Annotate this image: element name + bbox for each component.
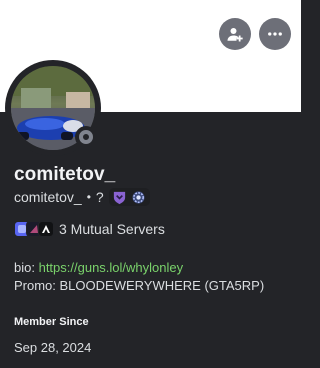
bio-label: bio:: [14, 260, 35, 275]
promo-line: Promo: BLOODEWERYWHERE (GTA5RP): [14, 278, 265, 293]
badge-list: [108, 188, 150, 206]
add-friend-button[interactable]: [219, 18, 251, 50]
mutual-servers-label: 3 Mutual Servers: [59, 221, 165, 237]
add-friend-icon: [227, 28, 243, 42]
mutual-servers-button[interactable]: 3 Mutual Servers: [14, 219, 165, 239]
display-name: comitetov_: [14, 164, 116, 185]
pronouns: ?: [95, 189, 104, 205]
more-options-icon: [268, 32, 282, 36]
server-3-icon: [38, 221, 54, 237]
nitro-shield-badge-icon[interactable]: [112, 189, 128, 205]
bio-line-1: bio: https://guns.lol/whylonley: [14, 259, 264, 277]
user-profile-card: comitetov_ comitetov_ • ? 3 Mutual Serve…: [0, 0, 301, 368]
separator-dot: •: [86, 190, 91, 204]
username-row: comitetov_ • ?: [14, 187, 150, 207]
bio: bio: https://guns.lol/whylonley Promo: B…: [14, 259, 264, 295]
mutual-server-icons: [14, 221, 54, 237]
bio-link[interactable]: https://guns.lol/whylonley: [39, 260, 184, 275]
avatar-container[interactable]: [5, 60, 101, 156]
username[interactable]: comitetov_: [14, 189, 82, 205]
status-indicator: [75, 126, 97, 148]
offline-status-icon: [79, 130, 93, 144]
more-options-button[interactable]: [259, 18, 291, 50]
member-since-title: Member Since: [14, 316, 89, 328]
boost-badge-icon[interactable]: [131, 189, 147, 205]
member-since-date: Sep 28, 2024: [14, 340, 92, 355]
